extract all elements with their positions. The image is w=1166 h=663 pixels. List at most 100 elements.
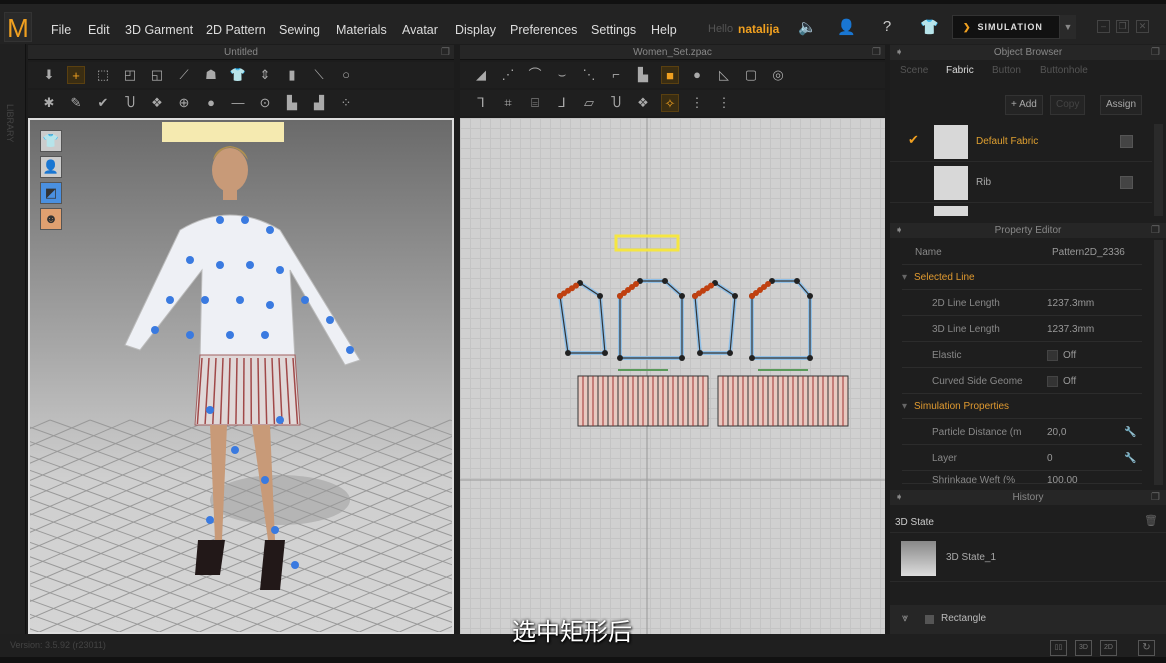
viewport-2d[interactable] xyxy=(460,118,885,634)
menu-settings[interactable]: Settings xyxy=(591,23,636,37)
fold-icon[interactable]: ◱ xyxy=(148,66,166,84)
pattern-point[interactable] xyxy=(679,355,685,361)
elastic-checkbox[interactable] xyxy=(1047,349,1058,361)
split-icon[interactable]: ⌐ xyxy=(607,66,625,84)
pattern-point[interactable] xyxy=(807,355,813,361)
library-sidebar[interactable]: LIBRARY xyxy=(0,44,26,634)
pattern-point[interactable] xyxy=(807,293,813,299)
layout-3d-icon[interactable]: 3D xyxy=(1075,640,1092,656)
pattern-pieces[interactable] xyxy=(557,278,813,361)
offset-icon[interactable]: ⌸ xyxy=(526,94,544,112)
tab-buttonhole[interactable]: Buttonhole xyxy=(1032,63,1096,79)
free-sewing-icon[interactable]: ⋮ xyxy=(715,94,733,112)
fabric-item[interactable]: ✔ Default Fabric xyxy=(890,122,1152,162)
menu-2d-pattern[interactable]: 2D Pattern xyxy=(206,23,266,37)
select-move-icon[interactable]: + xyxy=(67,66,85,84)
maximize-icon[interactable]: ❐ xyxy=(1151,45,1160,60)
close-button[interactable]: ✕ xyxy=(1136,20,1149,33)
internal-circle-icon[interactable]: ◎ xyxy=(769,66,787,84)
pattern-point[interactable] xyxy=(727,350,733,356)
avatar-pose-icon[interactable]: ✱ xyxy=(40,94,58,112)
maximize-icon[interactable]: ❐ xyxy=(872,45,881,60)
layout-split-icon[interactable]: ▯▯ xyxy=(1050,640,1067,656)
assign-button[interactable]: Assign xyxy=(1100,95,1143,115)
texture-icon[interactable]: ❖ xyxy=(148,94,166,112)
menu-avatar[interactable]: Avatar xyxy=(402,23,438,37)
needle-2d-icon[interactable]: Ⴎ xyxy=(607,94,625,112)
curved-side-checkbox[interactable] xyxy=(1047,375,1058,387)
menu-edit[interactable]: Edit xyxy=(88,23,110,37)
move-icon[interactable]: ⬇ xyxy=(40,66,58,84)
history-item[interactable]: 3D State_1 xyxy=(890,532,1166,582)
fold-arrange-icon[interactable]: ▱ xyxy=(580,94,598,112)
pin-icon[interactable]: ➧ xyxy=(895,45,903,60)
layout-2d-icon[interactable]: 2D xyxy=(1100,640,1117,656)
add-button[interactable]: + Add xyxy=(1005,95,1043,115)
arrange-icon[interactable]: ▮ xyxy=(283,66,301,84)
shirt-icon[interactable]: 👕 xyxy=(229,66,247,84)
menu-3d-garment[interactable]: 3D Garment xyxy=(125,23,193,37)
edit-point-icon[interactable]: ⋰ xyxy=(499,66,517,84)
property-value[interactable]: Pattern2D_2336 xyxy=(1052,240,1125,265)
line-icon[interactable]: — xyxy=(229,94,247,112)
pattern-point[interactable] xyxy=(732,293,738,299)
property-value[interactable]: 0 xyxy=(1047,446,1053,471)
edit-curve-icon[interactable]: ⌒ xyxy=(526,66,544,84)
fabric-scrollbar[interactable] xyxy=(1154,124,1163,216)
skirt-panels[interactable] xyxy=(577,369,849,427)
rectangle-icon[interactable]: ■ xyxy=(661,66,679,84)
property-scrollbar[interactable] xyxy=(1154,240,1163,485)
maximize-icon[interactable]: ❐ xyxy=(1151,490,1160,505)
menu-help[interactable]: Help xyxy=(651,23,677,37)
view-garment-icon[interactable]: 👕 xyxy=(40,130,62,152)
property-value[interactable]: 100,00 xyxy=(1047,472,1078,483)
transform-icon[interactable]: ◰ xyxy=(121,66,139,84)
speaker-icon[interactable]: 🔈 xyxy=(798,18,817,36)
tab-button[interactable]: Button xyxy=(984,63,1029,79)
view-skin-icon[interactable]: ☻ xyxy=(40,208,62,230)
pattern-point[interactable] xyxy=(597,293,603,299)
polygon-icon[interactable]: ▙ xyxy=(634,66,652,84)
tack-icon[interactable]: ☗ xyxy=(202,66,220,84)
select-mesh-icon[interactable]: ⬚ xyxy=(94,66,112,84)
button-icon[interactable]: ● xyxy=(202,94,220,112)
fabric-item[interactable]: Rib xyxy=(890,163,1152,203)
user-icon[interactable]: 👤 xyxy=(837,18,856,36)
fabric-settings-icon[interactable] xyxy=(1120,176,1133,189)
trace-icon[interactable]: ⌗ xyxy=(499,94,517,112)
maximize-icon[interactable]: ❐ xyxy=(1151,223,1160,238)
section-simulation-properties[interactable]: ▾ Simulation Properties xyxy=(902,394,1142,419)
measure-icon[interactable]: ⟍ xyxy=(310,66,328,84)
buttonhole-icon[interactable]: ⊙ xyxy=(256,94,274,112)
check-icon[interactable]: ✔ xyxy=(94,94,112,112)
view-avatar-icon[interactable]: 👤 xyxy=(40,156,62,178)
button-add-icon[interactable]: ⊕ xyxy=(175,94,193,112)
internal-polygon-icon[interactable]: ◺ xyxy=(715,66,733,84)
pin-icon[interactable]: ➧ xyxy=(895,490,903,505)
help-icon[interactable]: ? xyxy=(878,18,896,36)
zipper-icon[interactable]: ▙ xyxy=(283,94,301,112)
pin-icon[interactable]: ⟋ xyxy=(175,66,193,84)
pattern-point[interactable] xyxy=(602,350,608,356)
brush-icon[interactable]: ✎ xyxy=(67,94,85,112)
property-value[interactable]: 20,0 xyxy=(1047,420,1066,445)
wrench-icon[interactable]: 🔧 xyxy=(1124,446,1136,471)
garment-icon[interactable]: 👕 xyxy=(920,18,939,36)
restore-button[interactable]: ❐ xyxy=(1116,20,1129,33)
copy-button[interactable]: Copy xyxy=(1050,95,1086,115)
add-point-icon[interactable]: ⋱ xyxy=(580,66,598,84)
menu-file[interactable]: File xyxy=(51,23,71,37)
pin-2d-icon[interactable]: ✧ xyxy=(661,94,679,112)
dart-icon[interactable]: ⅂ xyxy=(472,94,490,112)
pattern-point[interactable] xyxy=(794,278,800,284)
pattern-point[interactable] xyxy=(697,350,703,356)
internal-rectangle-icon[interactable]: ▢ xyxy=(742,66,760,84)
segment-sewing-icon[interactable]: ⋮ xyxy=(688,94,706,112)
simulation-dropdown[interactable]: ▼ xyxy=(1060,15,1076,39)
pattern-point[interactable] xyxy=(617,355,623,361)
expand-icon[interactable]: ⩔ xyxy=(902,612,908,625)
align-icon[interactable]: ⁘ xyxy=(337,94,355,112)
maximize-icon[interactable]: ❐ xyxy=(441,45,450,60)
minimize-button[interactable]: – xyxy=(1097,20,1110,33)
tape-line-icon[interactable]: ▟ xyxy=(310,94,328,112)
